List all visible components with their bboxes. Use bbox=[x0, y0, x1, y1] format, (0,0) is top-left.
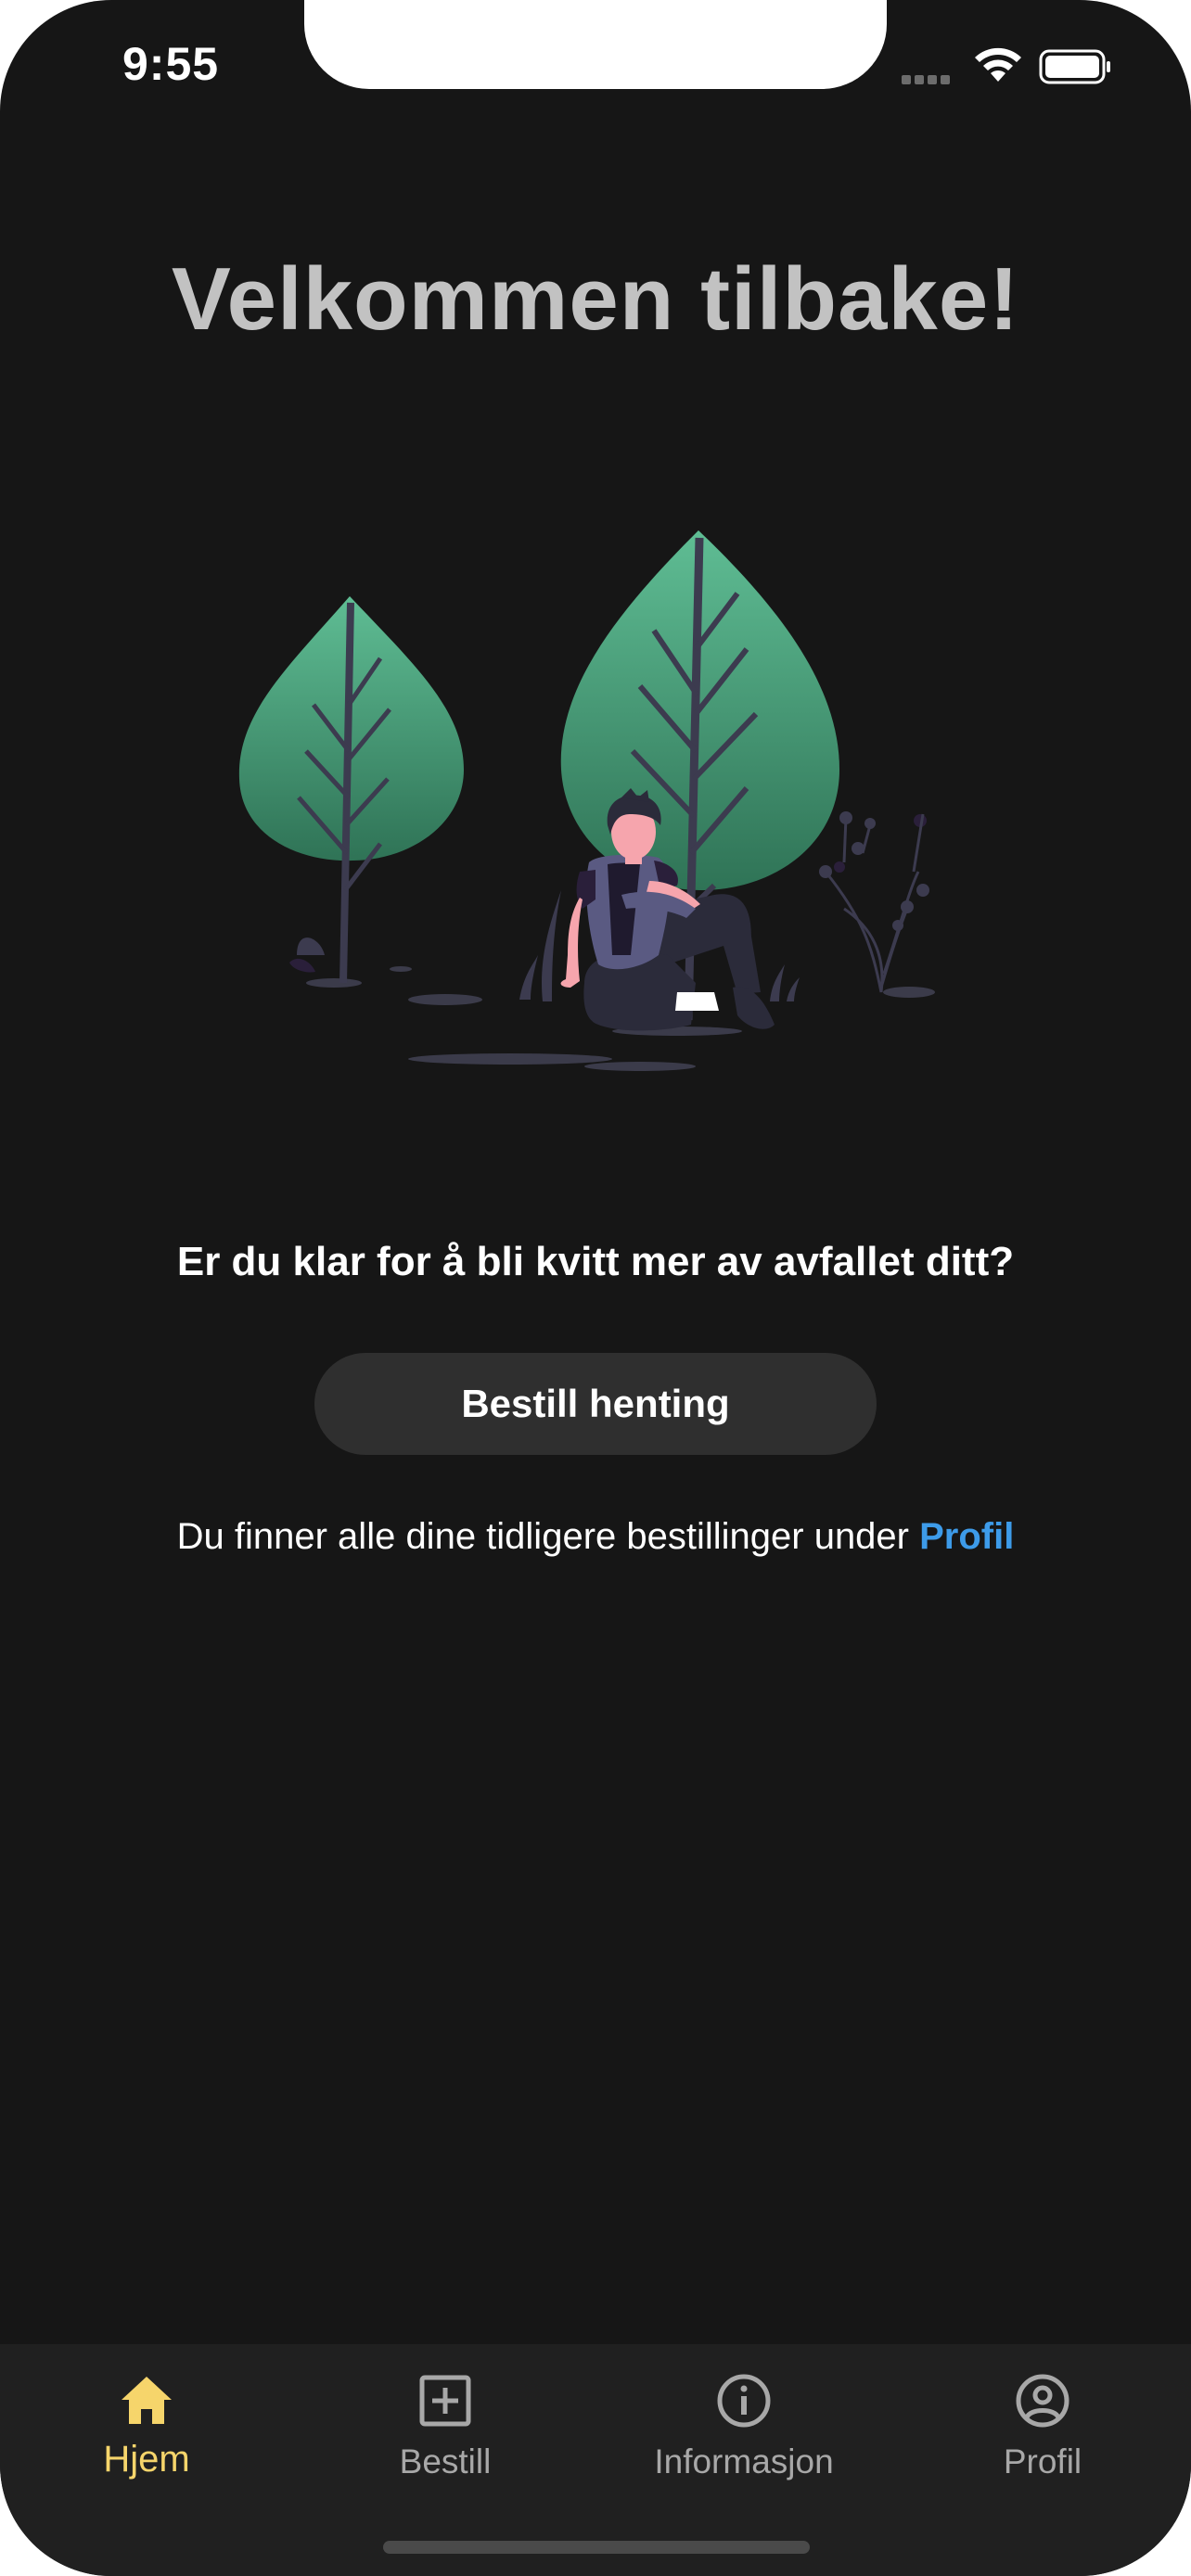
device-notch bbox=[304, 0, 887, 89]
home-icon bbox=[122, 2377, 172, 2424]
tab-label-information: Informasjon bbox=[654, 2442, 834, 2480]
tab-label-profile: Profil bbox=[1003, 2442, 1082, 2480]
order-prompt-question: Er du klar for å bli kvitt mer av avfall… bbox=[176, 1239, 1015, 1284]
order-pickup-button[interactable]: Bestill henting bbox=[314, 1353, 877, 1455]
person-under-trees-illustration bbox=[238, 530, 935, 1071]
tab-order[interactable]: Bestill bbox=[315, 2370, 575, 2509]
plus-square-icon bbox=[419, 2375, 471, 2427]
profile-link[interactable]: Profil bbox=[919, 1516, 1014, 1557]
status-time: 9:55 bbox=[122, 38, 220, 90]
status-bar: 9:55 bbox=[0, 0, 1191, 139]
previous-orders-info: Du finner alle dine tidligere bestilling… bbox=[0, 1516, 1191, 1558]
tab-home[interactable]: Hjem bbox=[17, 2370, 276, 2509]
user-circle-icon bbox=[1016, 2374, 1069, 2428]
cellular-signal-icon bbox=[902, 72, 954, 84]
tab-information[interactable]: Informasjon bbox=[614, 2370, 874, 2509]
tab-label-order: Bestill bbox=[399, 2442, 492, 2480]
info-icon bbox=[717, 2374, 771, 2428]
page-title: Velkommen tilbake! bbox=[171, 249, 1020, 349]
home-indicator-bar[interactable] bbox=[383, 2541, 810, 2554]
tab-label-home: Hjem bbox=[103, 2439, 190, 2480]
app-screen: 9:55 Velkommen tilbake! Er du klar for å… bbox=[0, 0, 1191, 2576]
previous-orders-text: Du finner alle dine tidligere bestilling… bbox=[176, 1516, 909, 1557]
wifi-icon bbox=[975, 47, 1021, 82]
tab-profile[interactable]: Profil bbox=[913, 2370, 1172, 2509]
battery-icon bbox=[1039, 49, 1110, 84]
